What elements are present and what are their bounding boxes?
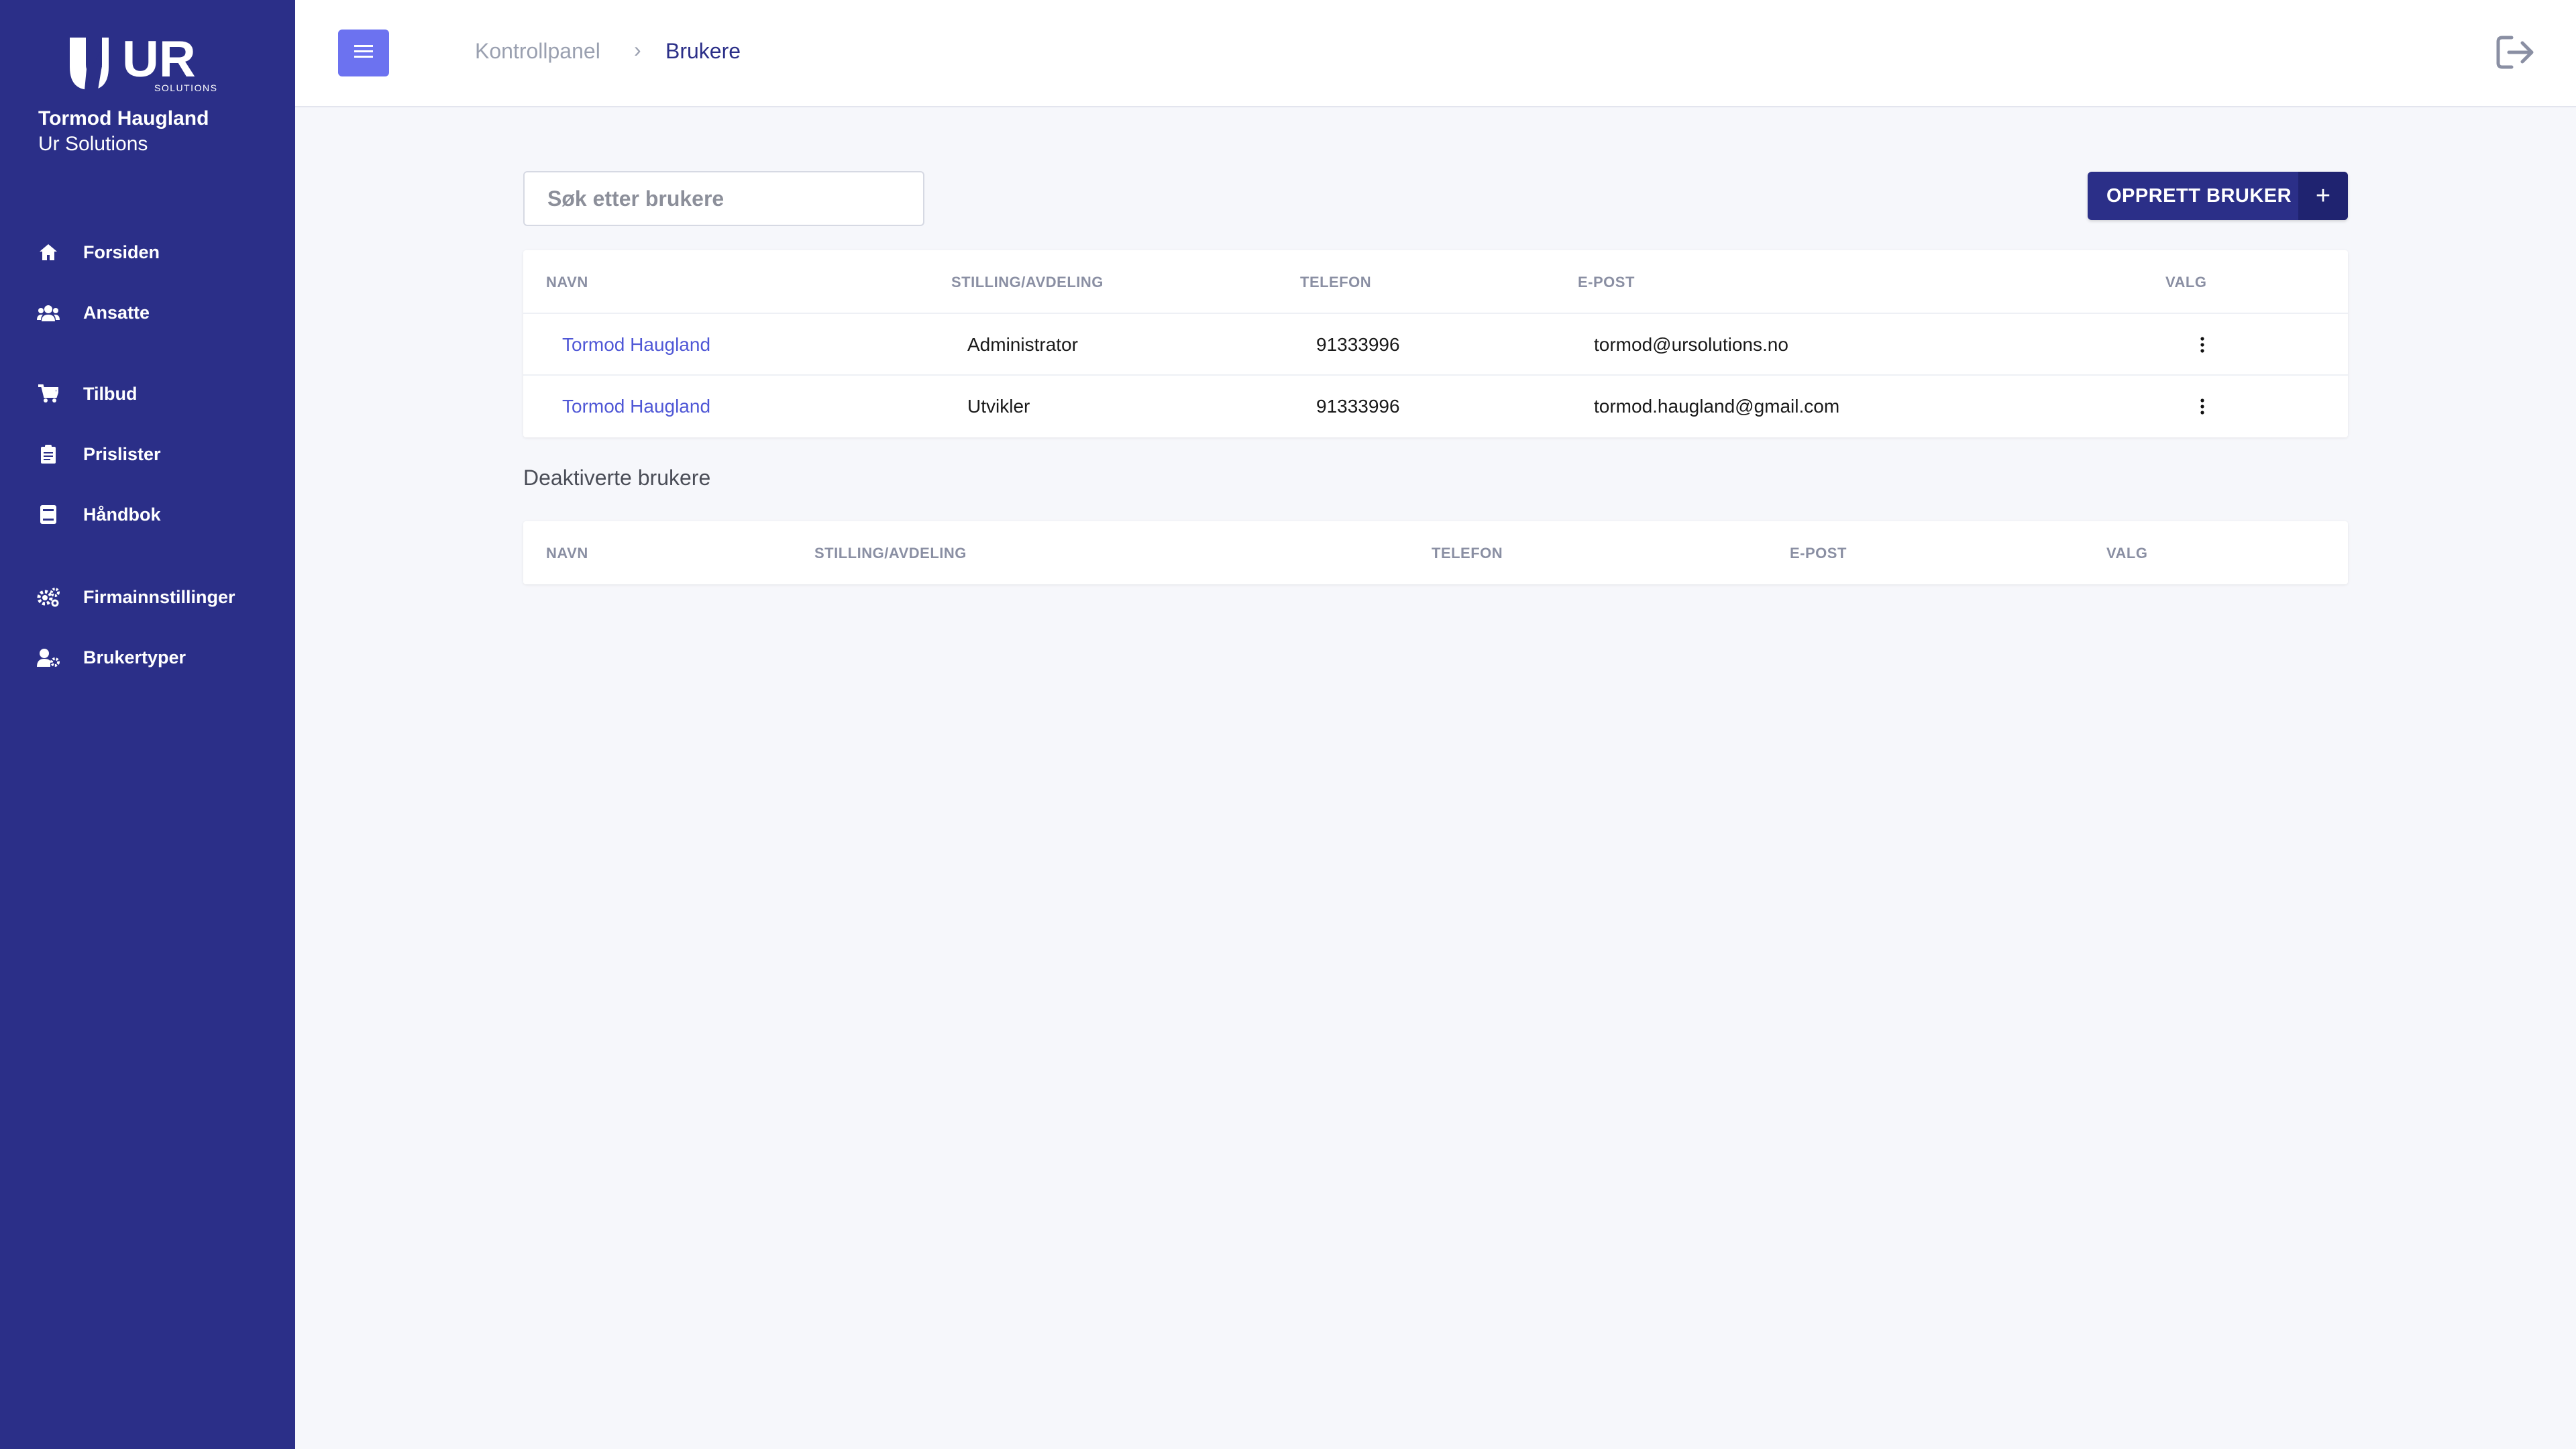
users-table: NAVN STILLING/AVDELING TELEFON E-POST VA… xyxy=(523,250,2348,437)
hamburger-icon xyxy=(354,44,373,62)
plus-icon: + xyxy=(2298,172,2348,220)
column-header-telefon: TELEFON xyxy=(1300,274,1372,290)
ur-solutions-logo[interactable]: UR SOLUTIONS xyxy=(67,35,228,95)
sidebar-item-forsiden[interactable]: Forsiden xyxy=(0,229,295,276)
breadcrumb-current: Brukere xyxy=(665,39,741,63)
column-header-telefon: TELEFON xyxy=(1432,545,1503,561)
user-phone: 91333996 xyxy=(1316,396,1400,417)
user-name: Tormod Haugland xyxy=(38,107,209,129)
user-name-link[interactable]: Tormod Haugland xyxy=(562,314,710,376)
sidebar-item-tilbud[interactable]: Tilbud xyxy=(0,370,295,417)
column-header-navn: NAVN xyxy=(546,545,588,561)
sidebar-item-ansatte[interactable]: Ansatte xyxy=(0,289,295,336)
user-name-link[interactable]: Tormod Haugland xyxy=(562,376,710,437)
gears-icon xyxy=(35,584,62,610)
sidebar-item-label: Firmainnstillinger xyxy=(83,586,235,607)
user-role: Utvikler xyxy=(967,396,1030,417)
search-input[interactable] xyxy=(523,171,924,226)
menu-toggle-button[interactable] xyxy=(338,30,389,76)
create-user-button[interactable]: OPPRETT BRUKER + xyxy=(2088,172,2348,220)
sidebar: UR SOLUTIONS Tormod Haugland Ur Solution… xyxy=(0,0,295,1449)
column-header-valg: VALG xyxy=(2165,274,2207,290)
column-header-stilling: STILLING/AVDELING xyxy=(814,545,967,561)
sidebar-item-label: Prislister xyxy=(83,443,161,464)
user-phone: 91333996 xyxy=(1316,334,1400,355)
breadcrumb-parent[interactable]: Kontrollpanel xyxy=(475,39,600,64)
table-row[interactable]: Tormod Haugland Utvikler 91333996 tormod… xyxy=(523,374,2348,437)
sidebar-item-firmainnstillinger[interactable]: Firmainnstillinger xyxy=(0,574,295,621)
column-header-valg: VALG xyxy=(2106,545,2148,561)
top-bar: Kontrollpanel › Brukere xyxy=(295,0,2576,107)
more-options-icon[interactable] xyxy=(2189,314,2216,376)
sidebar-item-label: Håndbok xyxy=(83,504,161,525)
user-role: Administrator xyxy=(967,334,1078,355)
sidebar-item-brukertyper[interactable]: Brukertyper xyxy=(0,634,295,681)
sidebar-item-prislister[interactable]: Prislister xyxy=(0,431,295,478)
user-company: Ur Solutions xyxy=(38,133,148,155)
deactivated-users-title: Deaktiverte brukere xyxy=(523,466,711,490)
table-row[interactable]: Tormod Haugland Administrator 91333996 t… xyxy=(523,313,2348,376)
user-email: tormod.haugland@gmail.com xyxy=(1594,396,1840,417)
svg-text:SOLUTIONS: SOLUTIONS xyxy=(154,83,217,93)
sidebar-item-label: Ansatte xyxy=(83,302,150,323)
column-header-navn: NAVN xyxy=(546,274,588,290)
deactivated-users-table: NAVN STILLING/AVDELING TELEFON E-POST VA… xyxy=(523,521,2348,584)
breadcrumb-separator: › xyxy=(634,38,641,62)
column-header-epost: E-POST xyxy=(1578,274,1635,290)
column-header-epost: E-POST xyxy=(1790,545,1847,561)
home-icon xyxy=(35,239,62,266)
column-header-stilling: STILLING/AVDELING xyxy=(951,274,1104,290)
sidebar-item-handbok[interactable]: Håndbok xyxy=(0,491,295,538)
create-user-label: OPPRETT BRUKER xyxy=(2106,184,2292,207)
user-cog-icon xyxy=(35,644,62,671)
book-icon xyxy=(35,501,62,528)
sidebar-item-label: Tilbud xyxy=(83,383,138,404)
logout-icon[interactable] xyxy=(2496,35,2536,70)
sidebar-item-label: Forsiden xyxy=(83,241,160,262)
sidebar-item-label: Brukertyper xyxy=(83,647,186,667)
cart-icon xyxy=(35,380,62,407)
user-email: tormod@ursolutions.no xyxy=(1594,334,1788,355)
more-options-icon[interactable] xyxy=(2189,376,2216,437)
svg-text:UR: UR xyxy=(122,35,196,88)
users-icon xyxy=(35,299,62,326)
clipboard-icon xyxy=(35,441,62,468)
